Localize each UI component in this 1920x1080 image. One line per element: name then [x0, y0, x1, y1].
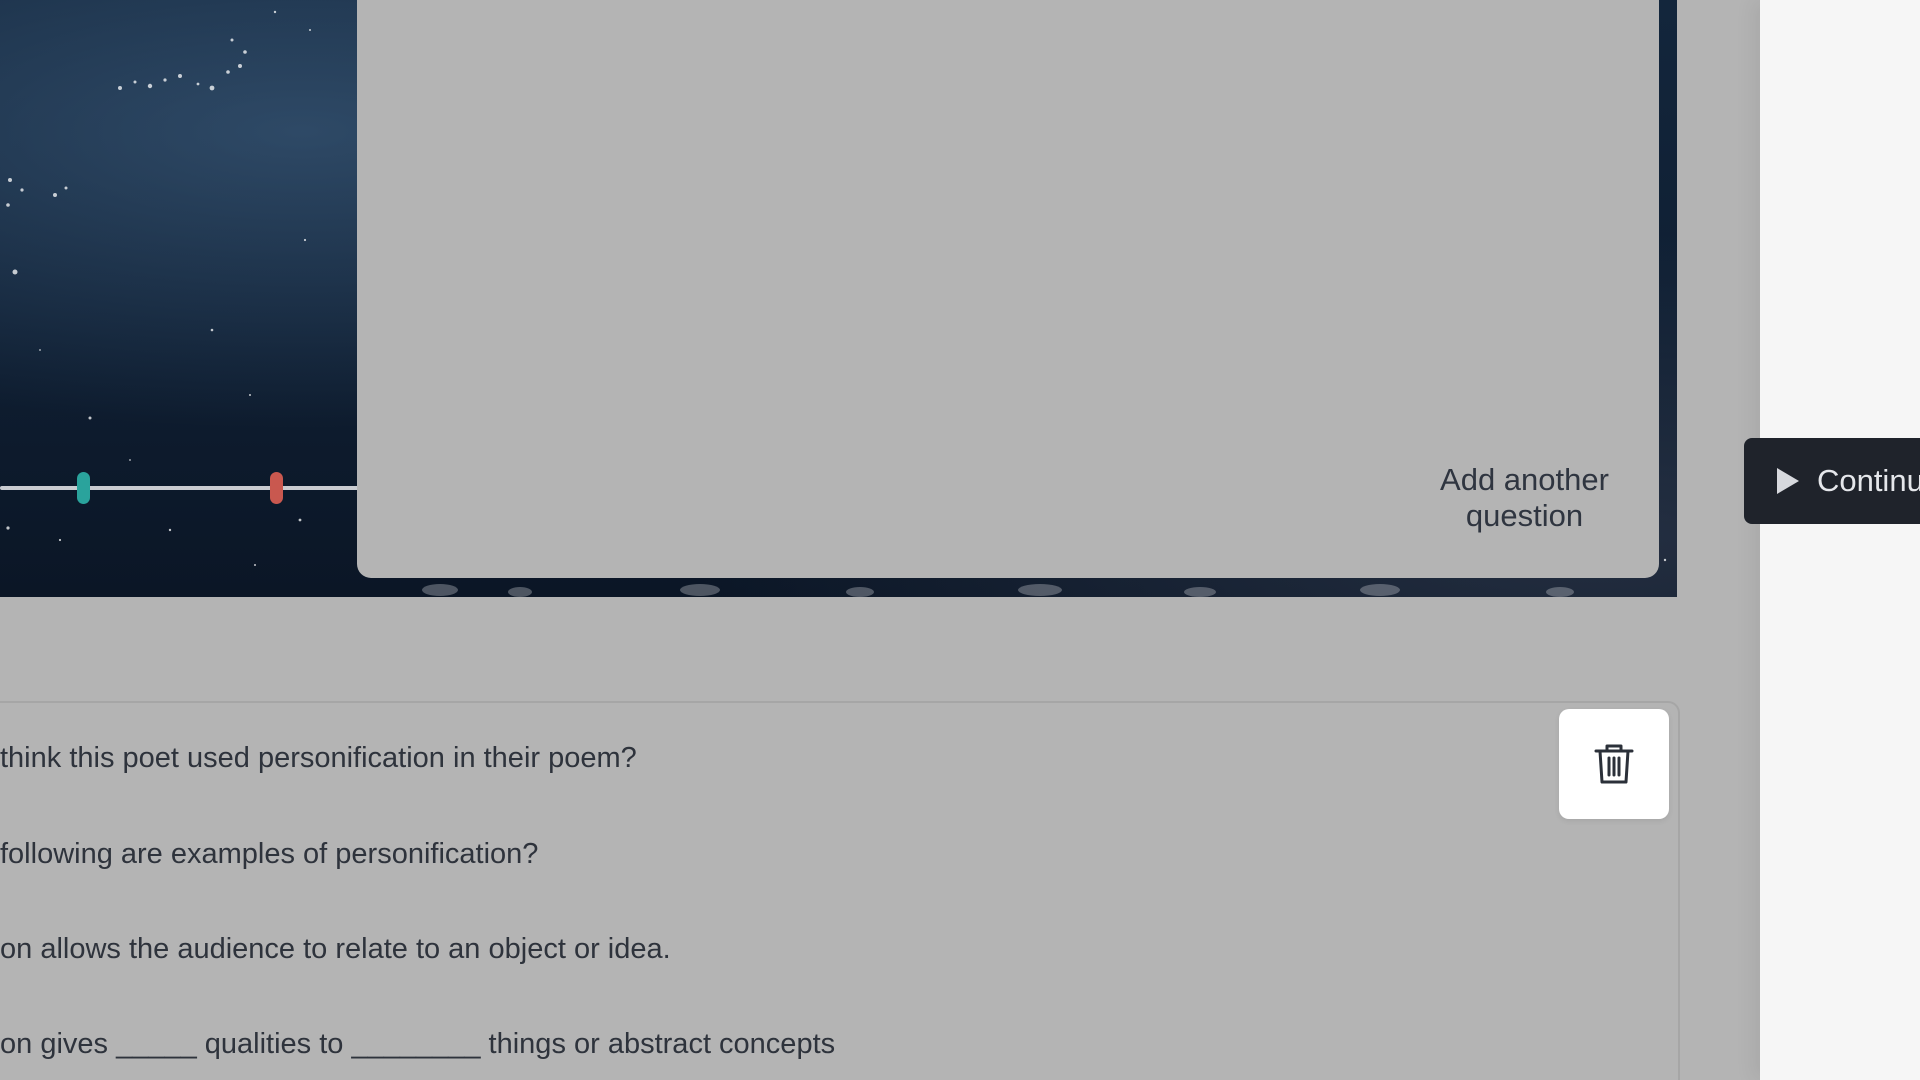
- continue-button[interactable]: Continue: [1744, 438, 1920, 524]
- question-item-1[interactable]: think this poet used personification in …: [0, 742, 637, 775]
- delete-button[interactable]: [1559, 709, 1669, 819]
- timeline-marker-red[interactable]: [270, 472, 283, 504]
- page: Add another question Continue think this…: [0, 0, 1920, 1080]
- right-side-panel: [1760, 0, 1920, 1080]
- question-item-2[interactable]: following are examples of personificatio…: [0, 838, 538, 871]
- add-another-question-button[interactable]: Add another question: [1390, 462, 1659, 534]
- trash-icon: [1594, 744, 1634, 784]
- continue-label: Continue: [1816, 463, 1920, 498]
- timeline-marker-teal[interactable]: [77, 472, 90, 504]
- question-item-4[interactable]: on gives _____ qualities to ________ thi…: [0, 1028, 835, 1061]
- dialog-card: Add another question Continue: [357, 0, 1920, 578]
- timeline-track: [0, 486, 360, 490]
- question-item-3[interactable]: on allows the audience to relate to an o…: [0, 933, 671, 966]
- play-icon: [1776, 468, 1799, 494]
